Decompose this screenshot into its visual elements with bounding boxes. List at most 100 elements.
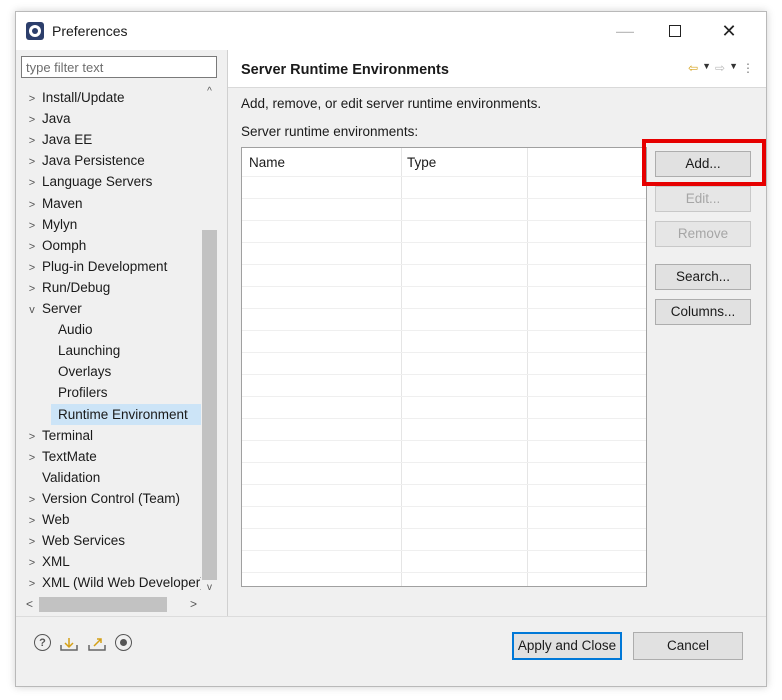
chevron-right-icon[interactable]: > [25, 131, 39, 152]
tree-item-label: XML [42, 554, 70, 570]
scroll-up-icon[interactable]: ^ [201, 84, 218, 100]
record-icon[interactable] [115, 634, 132, 651]
table-row-line [242, 418, 646, 419]
back-dropdown-icon[interactable]: ▼ [702, 61, 711, 75]
chevron-down-icon[interactable]: v [25, 300, 39, 321]
view-menu-icon[interactable]: ⋮ [742, 61, 754, 75]
export-icon[interactable] [87, 634, 107, 654]
close-button[interactable]: ✕ [706, 12, 752, 50]
tree-item[interactable]: > Web Services [21, 530, 125, 551]
add-button-highlight [642, 139, 766, 186]
tree-item[interactable]: > Maven [21, 193, 83, 214]
minimize-button[interactable]: — [602, 12, 648, 50]
scroll-down-icon[interactable]: v [201, 580, 218, 596]
maximize-icon [669, 25, 681, 37]
horizontal-scroll-thumb[interactable] [39, 597, 167, 612]
back-arrow-icon[interactable]: ⇦ [688, 61, 698, 75]
table-row-line [242, 264, 646, 265]
column-header-name[interactable]: Name [249, 155, 285, 170]
tree-item[interactable]: > Java EE [21, 129, 93, 152]
footer-separator [16, 616, 766, 617]
tree-item[interactable]: > Install/Update [21, 87, 125, 108]
tree-item[interactable]: v Server [21, 298, 82, 319]
title-bar: Preferences — ✕ [16, 12, 766, 50]
runtime-environments-table[interactable]: Name Type [241, 147, 647, 587]
import-icon[interactable] [59, 634, 79, 654]
tree-item-label: TextMate [42, 448, 97, 464]
tree-vertical-scrollbar[interactable]: ^ v [201, 84, 218, 596]
chevron-right-icon[interactable]: > [25, 553, 39, 574]
table-row-line [242, 198, 646, 199]
tree-item[interactable]: Validation [21, 467, 100, 488]
chevron-right-icon[interactable]: > [25, 216, 39, 237]
preferences-nav-panel: >Install/Update>Java>Java EE>Java Persis… [21, 56, 223, 614]
tree-item-label: Launching [58, 343, 121, 359]
remove-button[interactable]: Remove [655, 221, 751, 247]
panel-divider[interactable] [227, 50, 228, 616]
forward-dropdown-icon[interactable]: ▼ [729, 61, 738, 75]
vertical-scroll-thumb[interactable] [202, 230, 217, 580]
tree-horizontal-scrollbar[interactable]: < > [21, 596, 217, 613]
scroll-right-icon[interactable]: > [185, 596, 202, 613]
page-title: Server Runtime Environments [241, 62, 449, 78]
filter-input[interactable] [21, 56, 217, 78]
tree-item[interactable]: > XML (Wild Web Developer) [21, 572, 205, 593]
tree-item-label: Language Servers [42, 174, 153, 190]
chevron-right-icon[interactable]: > [25, 448, 39, 469]
tree-item-label: Terminal [42, 427, 94, 443]
tree-item[interactable]: > Java Persistence [21, 150, 145, 171]
tree-item-label: Mylyn [42, 216, 78, 232]
tree-item-label: Java Persistence [42, 153, 145, 169]
tree-item[interactable]: > Language Servers [21, 171, 153, 194]
tree-item[interactable]: Profilers [21, 382, 108, 403]
tree-item[interactable]: > Plug-in Development [21, 256, 168, 279]
tree-item[interactable]: > Terminal [21, 425, 93, 446]
chevron-right-icon[interactable]: > [25, 237, 39, 258]
tree-item[interactable]: Launching [21, 340, 120, 361]
column-header-type[interactable]: Type [407, 155, 436, 170]
chevron-right-icon[interactable]: > [25, 427, 39, 448]
chevron-right-icon[interactable]: > [25, 279, 39, 300]
chevron-right-icon[interactable]: > [25, 574, 39, 595]
help-icon[interactable]: ? [34, 634, 51, 651]
apply-and-close-button[interactable]: Apply and Close [512, 632, 622, 660]
tree-item[interactable]: Overlays [21, 361, 111, 382]
chevron-right-icon[interactable]: > [25, 532, 39, 553]
column-divider [401, 148, 402, 586]
chevron-right-icon[interactable]: > [25, 110, 39, 131]
forward-arrow-icon[interactable]: ⇨ [715, 61, 725, 75]
tree-item[interactable]: > Run/Debug [21, 277, 111, 300]
search-button[interactable]: Search... [655, 264, 751, 290]
chevron-right-icon[interactable]: > [25, 152, 39, 173]
tree-item[interactable]: > Web [21, 509, 70, 530]
tree-item-label: XML (Wild Web Developer) [42, 575, 205, 591]
table-row-line [242, 286, 646, 287]
chevron-right-icon[interactable]: > [25, 195, 39, 216]
chevron-right-icon[interactable]: > [25, 511, 39, 532]
table-row-line [242, 440, 646, 441]
tree-item[interactable]: > Mylyn [21, 214, 77, 235]
chevron-right-icon[interactable]: > [25, 89, 39, 110]
cancel-button[interactable]: Cancel [633, 632, 743, 660]
chevron-right-icon[interactable]: > [25, 258, 39, 279]
tree-item[interactable]: > Oomph [21, 235, 87, 258]
window-title: Preferences [52, 23, 128, 39]
tree-item-label: Java [42, 111, 71, 127]
tree-item[interactable]: > Version Control (Team) [21, 488, 180, 509]
tree-item-label: Oomph [42, 237, 87, 253]
tree-item[interactable]: > TextMate [21, 446, 97, 467]
edit-button[interactable]: Edit... [655, 186, 751, 212]
tree-item-label: Install/Update [42, 90, 125, 105]
tree-item[interactable]: > XML [21, 551, 70, 572]
chevron-right-icon[interactable]: > [25, 173, 39, 194]
table-row-line [242, 528, 646, 529]
tree-item[interactable]: Audio [21, 319, 93, 340]
tree-item[interactable]: Runtime Environment [51, 403, 217, 425]
tree-item[interactable]: > Java [21, 108, 71, 129]
scroll-left-icon[interactable]: < [21, 596, 38, 613]
eclipse-app-icon [26, 22, 44, 40]
maximize-button[interactable] [652, 12, 698, 50]
chevron-right-icon[interactable]: > [25, 490, 39, 511]
columns-button[interactable]: Columns... [655, 299, 751, 325]
table-row-line [242, 484, 646, 485]
